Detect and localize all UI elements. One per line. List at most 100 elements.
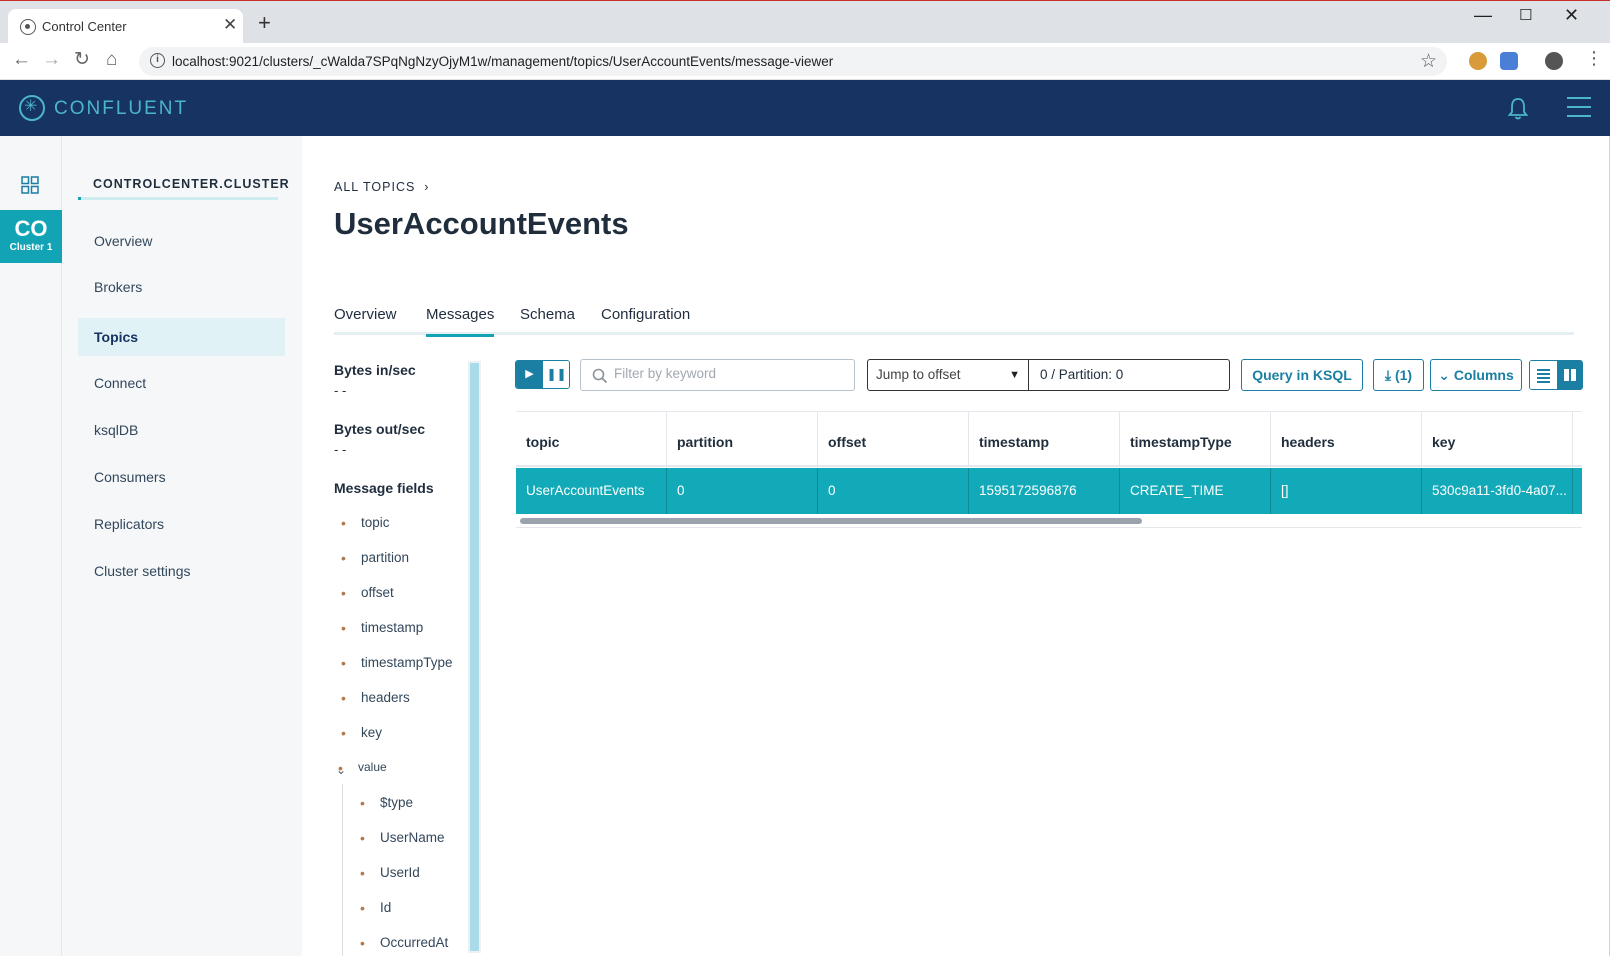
hamburger-menu-icon[interactable]	[1567, 97, 1591, 117]
nested-guide-line	[342, 784, 343, 956]
sidenav-cluster-title: CONTROLCENTER.CLUSTER	[93, 177, 290, 191]
caret-down-icon: ▼	[1009, 369, 1020, 381]
messages-table: topic partition offset timestamp timesta…	[516, 411, 1582, 528]
cluster-rail: CO Cluster 1	[0, 136, 62, 956]
sidebar-item-topics[interactable]: Topics	[78, 318, 285, 356]
tab-close-icon[interactable]: ✕	[223, 16, 237, 33]
offset-mode-select[interactable]: Jump to offset ▼	[867, 359, 1029, 391]
pause-icon[interactable]: ❚❚	[543, 361, 569, 388]
table-cell: []	[1271, 468, 1422, 514]
field-item-partition[interactable]: partition	[341, 550, 409, 566]
field-item-id[interactable]: Id	[360, 900, 392, 916]
table-cell: 1595172596876	[969, 468, 1120, 514]
grid-icon[interactable]	[21, 176, 39, 194]
column-header-headers[interactable]: headers	[1271, 412, 1422, 467]
field-item-userid[interactable]: UserId	[360, 865, 420, 881]
download-count: (1)	[1394, 367, 1413, 383]
field-item-type[interactable]: $type	[360, 795, 413, 811]
info-icon[interactable]: i	[150, 53, 165, 68]
card-view-icon[interactable]	[1557, 361, 1583, 389]
tab-overview[interactable]: Overview	[334, 306, 397, 334]
column-header-offset[interactable]: offset	[818, 412, 969, 467]
table-cell: UserAccountEvents	[516, 468, 667, 514]
sidebar-item-cluster-settings[interactable]: Cluster settings	[78, 552, 285, 590]
tab-configuration[interactable]: Configuration	[601, 306, 690, 334]
address-bar[interactable]: i localhost:9021/clusters/_cWalda7SPqNgN…	[139, 47, 1447, 76]
star-icon[interactable]: ☆	[1420, 50, 1437, 73]
confluent-logo-icon	[19, 95, 45, 121]
breadcrumb-chevron-icon: ›	[419, 180, 430, 194]
sidebar-item-overview[interactable]: Overview	[78, 222, 285, 260]
cluster-code: CO	[14, 216, 48, 241]
offset-mode-value: Jump to offset	[876, 367, 961, 382]
back-arrow-icon[interactable]: ←	[12, 50, 31, 69]
field-item-topic[interactable]: topic	[341, 515, 389, 531]
sidenav-divider	[78, 197, 278, 200]
playback-controls: ▶ ❚❚	[515, 360, 570, 389]
field-item-username[interactable]: UserName	[360, 830, 444, 846]
cookie-extension-icon[interactable]	[1469, 52, 1487, 70]
play-icon[interactable]: ▶	[516, 361, 543, 388]
maximize-icon[interactable]: ☐	[1519, 8, 1532, 23]
breadcrumb[interactable]: ALL TOPICS ›	[334, 180, 429, 194]
address-url[interactable]: localhost:9021/clusters/_cWalda7SPqNgNzy…	[172, 54, 833, 69]
filter-input[interactable]	[614, 366, 844, 381]
download-button[interactable]: ⤓ (1)	[1373, 359, 1424, 391]
page-title: UserAccountEvents	[334, 206, 629, 241]
tab-messages[interactable]: Messages	[426, 306, 495, 337]
profile-icon[interactable]	[1545, 52, 1563, 70]
sidebar-item-replicators[interactable]: Replicators	[78, 505, 285, 543]
column-header-timestamp[interactable]: timestamp	[969, 412, 1120, 467]
column-header-key[interactable]: key	[1422, 412, 1573, 467]
query-in-ksql-button[interactable]: Query in KSQL	[1241, 359, 1363, 391]
sidebar-item-connect[interactable]: Connect	[78, 364, 285, 402]
topic-tabs: Overview Messages Schema Configuration	[334, 300, 1574, 337]
new-tab-button[interactable]: +	[258, 12, 271, 34]
cluster-badge[interactable]: CO Cluster 1	[0, 210, 62, 263]
fields-scrollbar-thumb[interactable]	[470, 363, 479, 951]
columns-button[interactable]: ⌄ Columns	[1430, 359, 1522, 391]
app-header: CONFLUENT	[0, 80, 1610, 136]
list-view-icon[interactable]	[1530, 361, 1557, 389]
table-cell: 0	[667, 468, 818, 514]
fields-scrollbar[interactable]	[468, 361, 481, 953]
field-group-value[interactable]: value	[338, 760, 387, 776]
offset-partition-input[interactable]: 0 / Partition: 0	[1028, 359, 1230, 391]
sidenav: CONTROLCENTER.CLUSTER Overview Brokers T…	[62, 136, 302, 956]
table-horizontal-scrollbar[interactable]	[520, 518, 1142, 524]
sidebar-item-brokers[interactable]: Brokers	[78, 268, 285, 306]
field-item-timestamp[interactable]: timestamp	[341, 620, 423, 636]
window-close-icon[interactable]: ✕	[1564, 6, 1579, 24]
column-header-topic[interactable]: topic	[516, 412, 667, 467]
sidebar-item-consumers[interactable]: Consumers	[78, 458, 285, 496]
browser-tab[interactable]: Control Center ✕	[8, 9, 243, 44]
tab-schema[interactable]: Schema	[520, 306, 575, 334]
translate-extension-icon[interactable]	[1500, 52, 1518, 70]
confluent-favicon-icon	[20, 19, 36, 35]
field-item-key[interactable]: key	[341, 725, 382, 741]
column-header-timestamptype[interactable]: timestampType	[1120, 412, 1271, 467]
field-group-value-label: value	[358, 760, 387, 774]
field-item-timestamptype[interactable]: timestampType	[341, 655, 452, 671]
home-icon[interactable]: ⌂	[106, 50, 117, 69]
table-cell: CREATE_TIME	[1120, 468, 1271, 514]
table-header: topic partition offset timestamp timesta…	[516, 412, 1582, 467]
kebab-menu-icon[interactable]: ⋮	[1585, 49, 1603, 67]
view-toggle	[1529, 360, 1583, 390]
forward-arrow-icon[interactable]: →	[42, 50, 61, 69]
field-item-headers[interactable]: headers	[341, 690, 410, 706]
minimize-icon[interactable]: —	[1474, 6, 1492, 24]
breadcrumb-all-topics[interactable]: ALL TOPICS	[334, 180, 415, 194]
reload-icon[interactable]: ↻	[74, 50, 90, 69]
field-item-offset[interactable]: offset	[341, 585, 394, 601]
field-item-occurredat[interactable]: OccurredAt	[360, 935, 448, 951]
table-cell: 530c9a11-3fd0-4a07...	[1422, 468, 1573, 514]
message-fields-label: Message fields	[334, 480, 434, 496]
sidebar-item-ksqldb[interactable]: ksqlDB	[78, 411, 285, 449]
bell-icon[interactable]	[1505, 96, 1531, 122]
columns-label: Columns	[1453, 367, 1514, 383]
brand-name: CONFLUENT	[54, 98, 189, 119]
search-icon	[592, 368, 608, 384]
table-row[interactable]: UserAccountEvents 0 0 1595172596876 CREA…	[516, 468, 1582, 514]
column-header-partition[interactable]: partition	[667, 412, 818, 467]
